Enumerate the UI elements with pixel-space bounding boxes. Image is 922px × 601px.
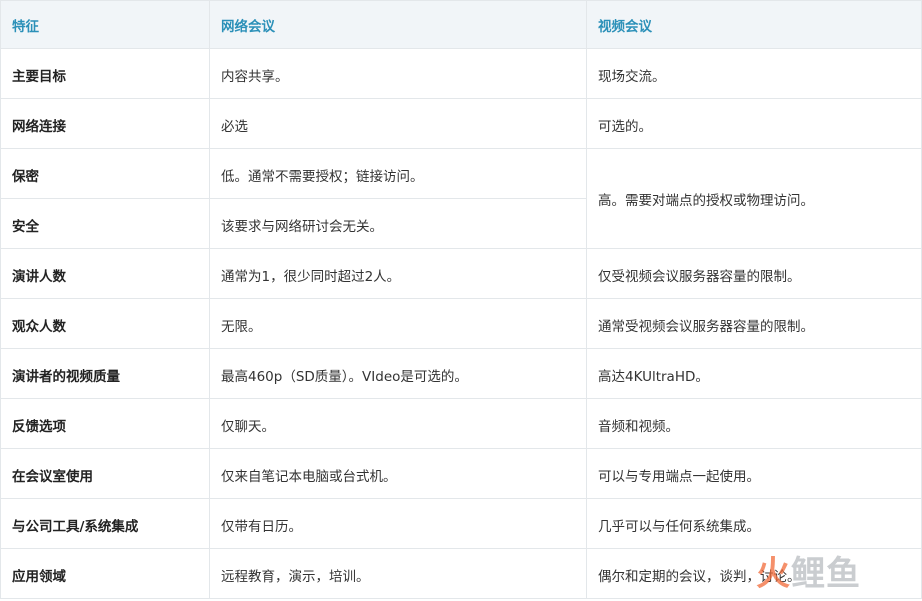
video-cell: 可以与专用端点一起使用。	[586, 448, 922, 499]
feature-cell: 演讲人数	[0, 248, 210, 299]
table-row: 观众人数 无限。 通常受视频会议服务器容量的限制。	[0, 298, 922, 349]
table-row: 网络连接 必选 可选的。	[0, 98, 922, 149]
video-cell: 音频和视频。	[586, 398, 922, 449]
watermark-part1: 火	[756, 554, 791, 594]
feature-cell: 与公司工具/系统集成	[0, 498, 210, 549]
web-cell: 远程教育，演示，培训。	[209, 548, 587, 599]
video-cell: 几乎可以与任何系统集成。	[586, 498, 922, 549]
header-web-conference: 网络会议	[209, 0, 587, 49]
feature-cell: 反馈选项	[0, 398, 210, 449]
table-row: 在会议室使用 仅来自笔记本电脑或台式机。 可以与专用端点一起使用。	[0, 448, 922, 499]
video-cell: 现场交流。	[586, 48, 922, 99]
web-cell: 内容共享。	[209, 48, 587, 99]
feature-cell: 演讲者的视频质量	[0, 348, 210, 399]
header-row: 特征 网络会议 视频会议	[0, 0, 922, 49]
table-row: 保密 低。通常不需要授权；链接访问。 高。需要对端点的授权或物理访问。	[0, 148, 922, 249]
table-row: 反馈选项 仅聊天。 音频和视频。	[0, 398, 922, 449]
web-cell: 最高460p（SD质量）。VIdeo是可选的。	[209, 348, 587, 399]
web-cell: 仅聊天。	[209, 398, 587, 449]
web-cell: 必选	[209, 98, 587, 149]
header-feature: 特征	[0, 0, 210, 49]
web-cell: 无限。	[209, 298, 587, 349]
web-cell: 仅来自笔记本电脑或台式机。	[209, 448, 587, 499]
feature-cell: 保密	[0, 148, 210, 199]
video-cell: 通常受视频会议服务器容量的限制。	[586, 298, 922, 349]
web-cell: 仅带有日历。	[209, 498, 587, 549]
web-cell: 低。通常不需要授权；链接访问。	[209, 148, 587, 199]
video-cell: 可选的。	[586, 98, 922, 149]
feature-cell: 在会议室使用	[0, 448, 210, 499]
comparison-table: 特征 网络会议 视频会议 主要目标 内容共享。 现场交流。 网络连接 必选 可选…	[0, 0, 922, 599]
table-row: 演讲人数 通常为1，很少同时超过2人。 仅受视频会议服务器容量的限制。	[0, 248, 922, 299]
feature-cell: 观众人数	[0, 298, 210, 349]
table-row: 演讲者的视频质量 最高460p（SD质量）。VIdeo是可选的。 高达4KUlt…	[0, 348, 922, 399]
watermark-logo: 火鲤鱼	[756, 552, 906, 596]
video-cell: 仅受视频会议服务器容量的限制。	[586, 248, 922, 299]
video-cell-merged: 高。需要对端点的授权或物理访问。	[586, 148, 922, 249]
table-row: 与公司工具/系统集成 仅带有日历。 几乎可以与任何系统集成。	[0, 498, 922, 549]
feature-cell: 主要目标	[0, 48, 210, 99]
video-cell: 高达4KUltraHD。	[586, 348, 922, 399]
web-cell: 通常为1，很少同时超过2人。	[209, 248, 587, 299]
feature-cell: 安全	[0, 198, 210, 249]
feature-cell: 网络连接	[0, 98, 210, 149]
watermark-part2: 鲤鱼	[791, 554, 861, 594]
feature-cell: 应用领域	[0, 548, 210, 599]
header-video-conference: 视频会议	[586, 0, 922, 49]
table-row: 主要目标 内容共享。 现场交流。	[0, 48, 922, 99]
web-cell: 该要求与网络研讨会无关。	[209, 198, 587, 249]
